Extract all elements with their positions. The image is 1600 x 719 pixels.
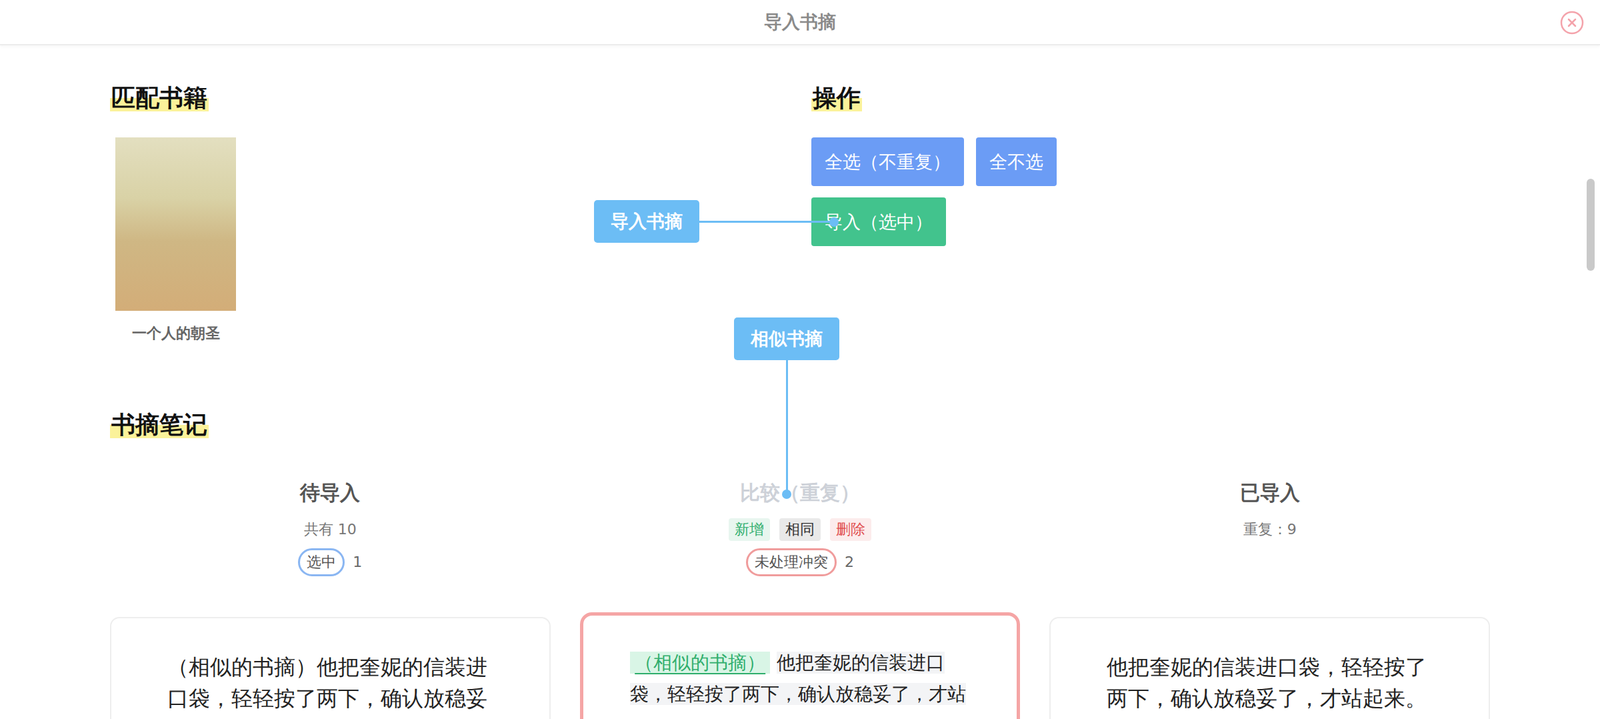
annotation-label: 导入书摘 [594,200,700,243]
column-title: 待导入 [300,479,360,506]
dialog-content: 匹配书籍 一个人的朝圣 操作 全选（不重复）全不选导入（选中） 书摘笔记 待导入… [0,45,1600,719]
column-stat: 共有 10 [304,519,357,540]
book-card[interactable]: 一个人的朝圣 [115,137,236,344]
legend-tag: 删除 [830,518,872,541]
notes-column: 已导入 重复：9 他把奎妮的信装进口袋，轻轻按了两下，确认放稳妥了，才站起来。 [1049,440,1490,719]
notes-column: 待导入 共有 10 选中 1 （相似的书摘）他把奎妮的信装进口袋，轻轻按了两下，… [110,440,551,719]
note-text: 他把奎妮的信装进口袋，轻轻按了两下，确认放稳妥了，才站起来。 [1106,651,1434,719]
text-segment: （相似的书摘） [630,651,770,674]
notes-column: 比较（重复） 新增相同删除 未处理冲突 2 （相似的书摘）他把奎妮的信装进口袋，… [580,440,1021,719]
legend-tag: 新增 [728,518,770,541]
note-card[interactable]: （相似的书摘）他把奎妮的信装进口袋，轻轻按了两下，确认放稳妥了，才站 [580,612,1021,719]
note-text: （相似的书摘）他把奎妮的信装进口袋，轻轻按了两下，确认放稳妥 [167,651,494,719]
annotation-dot [829,217,839,227]
pill-count: 2 [844,553,854,570]
annotation-line [699,220,834,223]
column-title: 已导入 [1240,479,1300,506]
book-title: 一个人的朝圣 [132,323,220,344]
book-section: 匹配书籍 一个人的朝圣 [110,82,812,344]
legend-tag: 相同 [779,518,821,541]
dialog-title: 导入书摘 [764,10,836,34]
close-button[interactable] [1558,9,1586,36]
filter-pill[interactable]: 选中 [298,548,345,576]
text-segment: （相似的书摘）他把奎妮的信装进口袋，轻轻按了两下，确认放稳妥 [167,654,488,711]
notes-section: 书摘笔记 待导入 共有 10 选中 1 （相似的书摘）他把奎妮的信装进口袋，轻轻… [110,408,1600,719]
column-title: 比较（重复） [740,479,860,506]
column-stat: 重复：9 [1243,519,1297,540]
import-dialog: 导入书摘 匹配书籍 一个人的朝圣 操作 全选（不重复）全不选导入（选中） 书摘笔… [0,0,1600,719]
annotation-dot [782,489,792,499]
close-icon [1559,10,1585,36]
section-heading: 操作 [811,82,1600,114]
section-heading: 书摘笔记 [110,408,1600,440]
note-text: （相似的书摘）他把奎妮的信装进口袋，轻轻按了两下，确认放稳妥了，才站 [630,646,970,719]
filter-pill[interactable]: 未处理冲突 [746,548,837,576]
action-button[interactable]: 全不选 [976,137,1057,186]
pill-count: 1 [352,553,362,570]
annotation-label: 相似书摘 [734,317,840,360]
section-heading: 匹配书籍 [110,82,812,114]
annotation-line [786,360,788,494]
note-card[interactable]: 他把奎妮的信装进口袋，轻轻按了两下，确认放稳妥了，才站起来。 [1049,616,1490,719]
book-cover [115,137,236,311]
dialog-header: 导入书摘 [0,0,1600,46]
actions-section: 操作 全选（不重复）全不选导入（选中） [811,82,1600,344]
scrollbar-thumb[interactable] [1586,178,1595,271]
button-row: 全选（不重复）全不选 [811,137,1600,186]
button-row: 导入（选中） [811,197,1600,246]
action-button[interactable]: 全选（不重复） [811,137,964,186]
note-card[interactable]: （相似的书摘）他把奎妮的信装进口袋，轻轻按了两下，确认放稳妥 [110,616,551,719]
text-segment: 他把奎妮的信装进口袋，轻轻按了两下，确认放稳妥了，才站起来。 [1106,654,1427,711]
